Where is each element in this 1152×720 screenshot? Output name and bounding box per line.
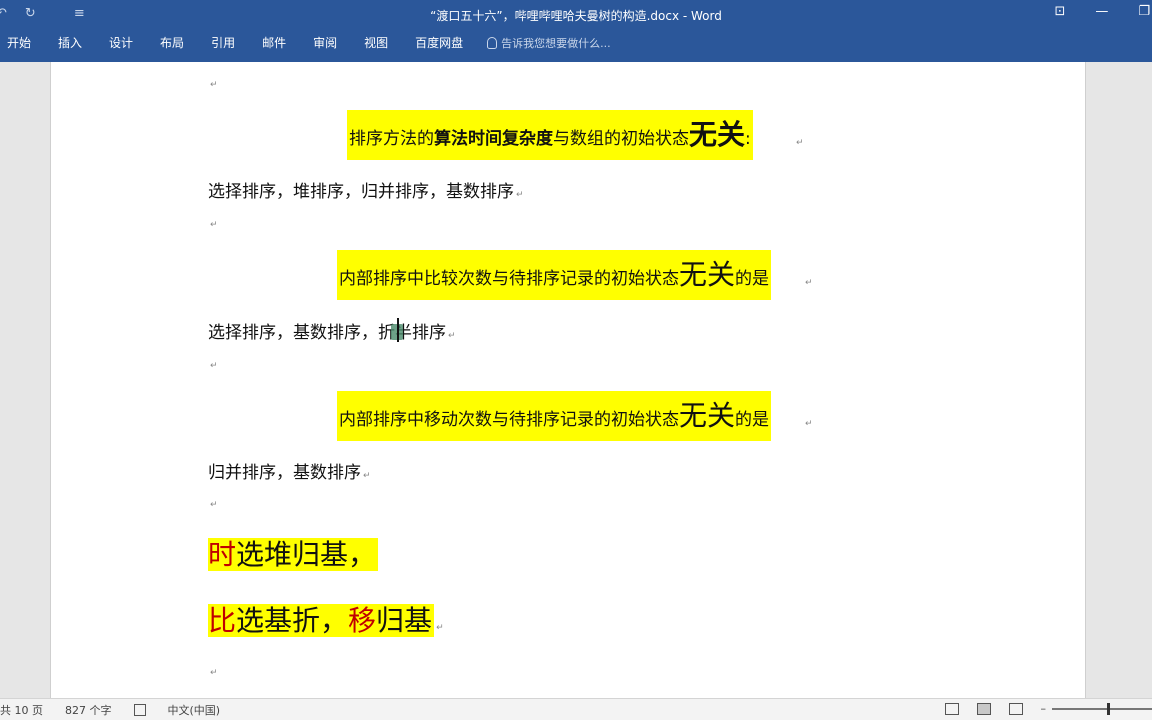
restore-icon[interactable]: ❐ [1138, 4, 1150, 19]
lightbulb-icon [487, 36, 498, 49]
zoom-out-icon[interactable]: – [1041, 702, 1047, 715]
tab-layout[interactable]: 布局 [160, 34, 184, 51]
heading2-big: 无关 [679, 258, 736, 291]
tab-design[interactable]: 设计 [109, 34, 133, 51]
tab-baidu-netdisk[interactable]: 百度网盘 [415, 34, 463, 51]
empty-paragraph-mark: ↵ [210, 361, 218, 371]
text-cursor [397, 318, 399, 342]
document-title: “渡口五十六”，哔哩哔哩哈夫曼树的构造.docx - Word [430, 9, 722, 23]
ribbon: 开始 插入 设计 布局 引用 邮件 审阅 视图 百度网盘 告诉我您想要做什么..… [0, 30, 1152, 62]
proofing-icon[interactable] [133, 704, 146, 716]
read-mode-icon[interactable] [944, 702, 959, 715]
paragraph-mark: ↵ [805, 278, 813, 288]
heading1-suffix: : [745, 129, 751, 149]
mnemonic2-rest1: 选基折， [236, 604, 349, 637]
paragraph-mark: ↵ [805, 419, 813, 429]
heading3-suffix: 的是 [735, 410, 770, 430]
ribbon-tabs: 开始 插入 设计 布局 引用 邮件 审阅 视图 百度网盘 告诉我您想要做什么..… [0, 34, 611, 51]
paragraph-list-1[interactable]: 选择排序，堆排序，归并排序，基数排序 ↵ [208, 177, 524, 202]
tab-review[interactable]: 审阅 [313, 34, 337, 51]
document-canvas: ↵ 排序方法的算法时间复杂度与数组的初始状态无关: ↵ 选择排序，堆排序，归并排… [0, 62, 1152, 698]
tab-references[interactable]: 引用 [211, 34, 235, 51]
empty-paragraph-mark: ↵ [210, 500, 218, 510]
paragraph-mark: ↵ [448, 331, 456, 341]
mnemonic2-red1: 比 [208, 604, 237, 637]
paragraph-mark: ↵ [796, 138, 804, 148]
zoom-track[interactable] [1052, 702, 1152, 715]
tab-view[interactable]: 视图 [364, 34, 388, 51]
title-bar: ↶ ↻ ≡ “渡口五十六”，哔哩哔哩哈夫曼树的构造.docx - Word ⊡ … [0, 0, 1152, 30]
paragraph-list-3[interactable]: 归并排序，基数排序 ↵ [208, 458, 371, 483]
empty-paragraph-mark: ↵ [210, 668, 218, 678]
heading2-text: 内部排序中比较次数与待排序记录的初始状态 [339, 269, 679, 289]
heading3-text: 内部排序中移动次数与待排序记录的初始状态 [339, 410, 679, 430]
document-page[interactable]: ↵ 排序方法的算法时间复杂度与数组的初始状态无关: ↵ 选择排序，堆排序，归并排… [50, 62, 1086, 698]
tab-home[interactable]: 开始 [7, 34, 31, 51]
mnemonic-compare-move[interactable]: 比选基折，移归基 ↵ [208, 597, 444, 645]
print-layout-icon[interactable] [976, 702, 991, 715]
tab-insert[interactable]: 插入 [58, 34, 82, 51]
zoom-slider[interactable]: – [1041, 702, 1152, 715]
mnemonic-time[interactable]: 时选堆归基， [208, 531, 379, 579]
heading1-big: 无关 [689, 118, 746, 151]
heading3-big: 无关 [679, 399, 736, 432]
window-controls: ⊡ — ❐ [1054, 4, 1152, 19]
mnemonic1-rest: 选堆归基， [236, 538, 377, 571]
vertical-scrollbar[interactable] [1144, 62, 1152, 698]
heading1-prefix: 排序方法的 [349, 129, 434, 149]
heading-time-complexity[interactable]: 排序方法的算法时间复杂度与数组的初始状态无关: [347, 110, 753, 160]
ribbon-display-options-icon[interactable]: ⊡ [1054, 4, 1065, 19]
language-indicator[interactable]: 中文(中国) [168, 702, 221, 718]
tell-me-placeholder: 告诉我您想要做什么... [501, 36, 611, 50]
heading1-mid: 与数组的初始状态 [553, 129, 689, 149]
word-count[interactable]: 827 个字 [65, 702, 112, 718]
web-layout-icon[interactable] [1008, 702, 1023, 715]
heading2-suffix: 的是 [735, 269, 770, 289]
mnemonic2-rest2: 归基 [376, 604, 433, 637]
tab-mailings[interactable]: 邮件 [262, 34, 286, 51]
paragraph-mark: ↵ [516, 190, 524, 200]
status-bar: 共 10 页 827 个字 中文(中国) – [0, 698, 1152, 720]
mnemonic1-red: 时 [208, 538, 237, 571]
paragraph-mark: ↵ [436, 623, 444, 633]
empty-paragraph-mark: ↵ [210, 220, 218, 230]
empty-paragraph-mark: ↵ [210, 80, 218, 90]
tell-me-box[interactable]: 告诉我您想要做什么... [487, 35, 611, 51]
heading-moves[interactable]: 内部排序中移动次数与待排序记录的初始状态无关的是 [337, 391, 772, 441]
heading-comparisons[interactable]: 内部排序中比较次数与待排序记录的初始状态无关的是 [337, 250, 772, 300]
para1-text: 选择排序，堆排序，归并排序，基数排序 [208, 182, 514, 202]
mnemonic2-red2: 移 [348, 604, 377, 637]
heading1-bold: 算法时间复杂度 [434, 129, 553, 149]
zoom-thumb[interactable] [1107, 702, 1110, 715]
para3-text: 归并排序，基数排序 [208, 463, 361, 483]
minimize-icon[interactable]: — [1095, 4, 1108, 19]
paragraph-list-2[interactable]: 选择排序，基数排序，折半排序 ↵ [208, 318, 456, 343]
paragraph-mark: ↵ [363, 471, 371, 481]
page-count[interactable]: 共 10 页 [0, 702, 43, 718]
para2-text: 选择排序，基数排序，折半排序 [208, 323, 446, 343]
